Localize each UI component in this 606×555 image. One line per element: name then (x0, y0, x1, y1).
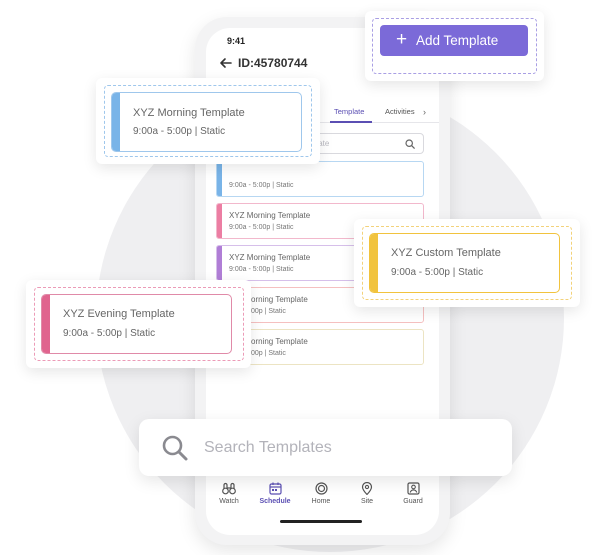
nav-home[interactable]: Home (301, 482, 341, 505)
search-placeholder: Search Templates (204, 439, 332, 456)
plus-icon: + (396, 29, 408, 50)
nav-label: Watch (219, 498, 239, 505)
card-title: XYZ Morning Template (229, 211, 311, 220)
add-template-button[interactable]: + Add Template (380, 25, 528, 56)
nav-watch[interactable]: Watch (209, 482, 249, 505)
add-template-callout: + Add Template (365, 11, 544, 81)
card-color-bar (112, 93, 120, 151)
search-icon (162, 435, 188, 461)
search-templates-input[interactable]: Search Templates (139, 419, 512, 476)
card-title: XYZ Morning Template (133, 107, 245, 119)
card-title: orning Template (251, 295, 308, 304)
bottom-navigation: Watch Schedule Home Site Guard (206, 482, 439, 522)
card-subtitle: 00p | Static (251, 308, 286, 315)
morning-template-card[interactable]: XYZ Morning Template 9:00a - 5:00p | Sta… (111, 92, 302, 152)
card-title: XYZ Custom Template (391, 247, 501, 259)
card-subtitle: 00p | Static (251, 350, 286, 357)
nav-label: Home (311, 498, 331, 505)
tab-template[interactable]: Template (334, 107, 364, 116)
card-subtitle: 9:00a - 5:00p | Static (63, 328, 156, 339)
binoculars-icon (222, 482, 236, 495)
card-subtitle: 9:00a - 5:00p | Static (391, 267, 484, 278)
calendar-icon (268, 482, 282, 495)
card-subtitle: 9:00a - 5:00p | Static (229, 224, 294, 231)
card-title: XYZ Evening Template (63, 308, 175, 320)
nav-guard[interactable]: Guard (393, 482, 433, 505)
nav-label: Guard (403, 498, 423, 505)
card-color-bar (217, 162, 222, 196)
custom-template-callout: XYZ Custom Template 9:00a - 5:00p | Stat… (354, 219, 580, 307)
nav-schedule[interactable]: Schedule (255, 482, 295, 505)
status-time: 9:41 (227, 36, 246, 46)
card-subtitle: 9:00a - 5:00p | Static (133, 126, 226, 137)
custom-template-card[interactable]: XYZ Custom Template 9:00a - 5:00p | Stat… (369, 233, 560, 293)
card-subtitle: 9:00a - 5:00p | Static (229, 182, 294, 189)
home-indicator (280, 520, 362, 523)
card-subtitle: 9:00a - 5:00p | Static (229, 266, 294, 273)
card-color-bar (217, 204, 222, 238)
active-tab-indicator (330, 121, 372, 123)
morning-template-callout: XYZ Morning Template 9:00a - 5:00p | Sta… (96, 78, 320, 164)
template-card[interactable]: 9:00a - 5:00p | Static (216, 161, 424, 197)
add-template-label: Add Template (416, 33, 499, 48)
home-icon (314, 482, 328, 495)
tab-activities[interactable]: Activities (385, 107, 415, 116)
card-color-bar (217, 246, 222, 280)
guard-badge-icon (406, 482, 420, 495)
nav-label: Site (360, 498, 374, 505)
evening-template-callout: XYZ Evening Template 9:00a - 5:00p | Sta… (26, 280, 251, 368)
card-color-bar (42, 295, 50, 353)
card-title: orning Template (251, 337, 308, 346)
chevron-right-icon[interactable]: › (423, 107, 426, 117)
evening-template-card[interactable]: XYZ Evening Template 9:00a - 5:00p | Sta… (41, 294, 232, 354)
back-arrow-icon[interactable] (218, 55, 234, 71)
card-title: XYZ Morning Template (229, 253, 311, 262)
card-color-bar (370, 234, 378, 292)
map-pin-icon (361, 482, 373, 495)
nav-site[interactable]: Site (347, 482, 387, 505)
nav-label: Schedule (259, 498, 291, 505)
page-title: ID:45780744 (238, 56, 308, 70)
search-icon (405, 139, 415, 149)
